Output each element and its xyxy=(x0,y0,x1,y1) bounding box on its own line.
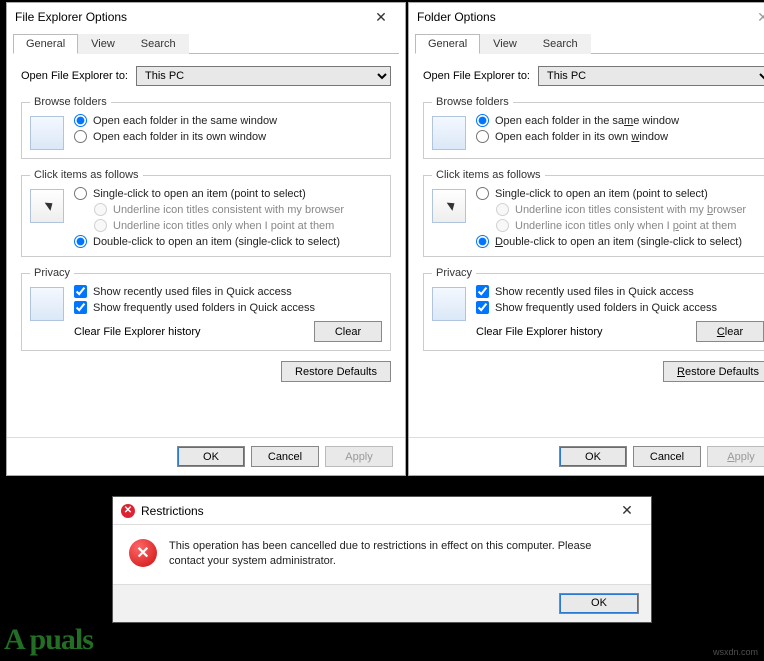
folder-icon xyxy=(30,116,64,150)
tab-view[interactable]: View xyxy=(480,34,530,54)
file-explorer-options-dialog: File Explorer Options ✕ General View Sea… xyxy=(6,2,406,476)
check-recent-files-input[interactable] xyxy=(74,285,87,298)
check-recent-files-input[interactable] xyxy=(476,285,489,298)
browse-folders-group: Browse folders Open each folder in the s… xyxy=(21,96,391,159)
check-recent-files[interactable]: Show recently used files in Quick access xyxy=(476,285,764,298)
open-to-label: Open File Explorer to: xyxy=(21,70,128,82)
check-frequent-folders[interactable]: Show frequently used folders in Quick ac… xyxy=(476,301,764,314)
radio-own-window[interactable]: Open each folder in its own window xyxy=(476,130,679,143)
restore-defaults-button[interactable]: Restore Defaults xyxy=(663,361,764,382)
radio-single-click[interactable]: Single-click to open an item (point to s… xyxy=(74,187,344,200)
privacy-icon xyxy=(432,287,466,321)
radio-underline-point: Underline icon titles only when I point … xyxy=(94,219,344,232)
radio-same-window[interactable]: Open each folder in the same window xyxy=(74,114,277,127)
browse-folders-legend: Browse folders xyxy=(432,96,513,108)
dialog-body: Open File Explorer to: This PC Browse fo… xyxy=(409,54,764,437)
check-frequent-folders[interactable]: Show frequently used folders in Quick ac… xyxy=(74,301,382,314)
radio-underline-browser: Underline icon titles consistent with my… xyxy=(496,203,746,216)
close-button[interactable]: ✕ xyxy=(743,6,764,28)
dialog-title: File Explorer Options xyxy=(15,10,127,24)
click-items-group: Click items as follows Single-click to o… xyxy=(21,169,391,257)
tabs: General View Search xyxy=(415,31,764,54)
radio-underline-browser-input xyxy=(94,203,107,216)
apply-button[interactable]: Apply xyxy=(325,446,393,467)
ok-button[interactable]: OK xyxy=(177,446,245,467)
click-items-legend: Click items as follows xyxy=(30,169,143,181)
radio-underline-browser: Underline icon titles consistent with my… xyxy=(94,203,344,216)
error-title: Restrictions xyxy=(141,504,204,518)
tab-view[interactable]: View xyxy=(78,34,128,54)
cursor-icon xyxy=(30,189,64,223)
open-to-select[interactable]: This PC xyxy=(136,66,391,86)
site-credit: wsxdn.com xyxy=(713,647,758,657)
radio-underline-point: Underline icon titles only when I point … xyxy=(496,219,746,232)
clear-history-label: Clear File Explorer history xyxy=(476,326,603,338)
tab-search[interactable]: Search xyxy=(128,34,189,54)
clear-button[interactable]: Clear xyxy=(696,321,764,342)
privacy-legend: Privacy xyxy=(30,267,74,279)
watermark: A puals xyxy=(4,623,93,657)
open-to-label: Open File Explorer to: xyxy=(423,70,530,82)
radio-double-click-input[interactable] xyxy=(476,235,489,248)
radio-double-click-input[interactable] xyxy=(74,235,87,248)
ok-button[interactable]: OK xyxy=(559,446,627,467)
check-recent-files[interactable]: Show recently used files in Quick access xyxy=(74,285,382,298)
ok-button[interactable]: OK xyxy=(559,593,639,614)
folder-icon xyxy=(432,116,466,150)
titlebar: Folder Options ✕ xyxy=(409,3,764,31)
privacy-group: Privacy Show recently used files in Quic… xyxy=(21,267,391,351)
radio-single-click-input[interactable] xyxy=(476,187,489,200)
folder-options-dialog: Folder Options ✕ General View Search Ope… xyxy=(408,2,764,476)
dialog-footer: OK Cancel Apply xyxy=(7,437,405,475)
error-icon: ✕ xyxy=(129,539,157,567)
tab-general[interactable]: General xyxy=(13,34,78,54)
tabs: General View Search xyxy=(13,31,399,54)
cursor-icon xyxy=(432,189,466,223)
tab-search[interactable]: Search xyxy=(530,34,591,54)
error-message: This operation has been cancelled due to… xyxy=(169,539,599,570)
check-frequent-folders-input[interactable] xyxy=(476,301,489,314)
browse-folders-legend: Browse folders xyxy=(30,96,111,108)
privacy-group: Privacy Show recently used files in Quic… xyxy=(423,267,764,351)
tab-general[interactable]: General xyxy=(415,34,480,54)
restore-defaults-button[interactable]: Restore Defaults xyxy=(281,361,391,382)
close-button[interactable]: ✕ xyxy=(361,6,401,28)
dialog-title: Folder Options xyxy=(417,10,496,24)
cancel-button[interactable]: Cancel xyxy=(633,446,701,467)
radio-underline-point-input xyxy=(496,219,509,232)
radio-same-window-input[interactable] xyxy=(476,114,489,127)
privacy-icon xyxy=(30,287,64,321)
radio-same-window-input[interactable] xyxy=(74,114,87,127)
error-icon: ✕ xyxy=(121,504,135,518)
radio-own-window[interactable]: Open each folder in its own window xyxy=(74,130,277,143)
cancel-button[interactable]: Cancel xyxy=(251,446,319,467)
open-to-select[interactable]: This PC xyxy=(538,66,764,86)
radio-double-click[interactable]: Double-click to open an item (single-cli… xyxy=(74,235,344,248)
radio-underline-browser-input xyxy=(496,203,509,216)
clear-button[interactable]: Clear xyxy=(314,321,382,342)
radio-underline-point-input xyxy=(94,219,107,232)
radio-single-click-input[interactable] xyxy=(74,187,87,200)
radio-own-window-input[interactable] xyxy=(476,130,489,143)
titlebar: File Explorer Options ✕ xyxy=(7,3,405,31)
dialog-body: Open File Explorer to: This PC Browse fo… xyxy=(7,54,405,437)
apply-button[interactable]: Apply xyxy=(707,446,764,467)
click-items-group: Click items as follows Single-click to o… xyxy=(423,169,764,257)
click-items-legend: Click items as follows xyxy=(432,169,545,181)
dialog-footer: OK Cancel Apply xyxy=(409,437,764,475)
close-button[interactable]: ✕ xyxy=(607,500,647,522)
radio-own-window-input[interactable] xyxy=(74,130,87,143)
radio-double-click[interactable]: Double-click to open an item (single-cli… xyxy=(476,235,746,248)
radio-single-click[interactable]: Single-click to open an item (point to s… xyxy=(476,187,746,200)
clear-history-label: Clear File Explorer history xyxy=(74,326,201,338)
browse-folders-group: Browse folders Open each folder in the s… xyxy=(423,96,764,159)
restrictions-error-dialog: ✕ Restrictions ✕ ✕ This operation has be… xyxy=(112,496,652,623)
radio-same-window[interactable]: Open each folder in the same window xyxy=(476,114,679,127)
error-titlebar: ✕ Restrictions ✕ xyxy=(113,497,651,525)
privacy-legend: Privacy xyxy=(432,267,476,279)
check-frequent-folders-input[interactable] xyxy=(74,301,87,314)
